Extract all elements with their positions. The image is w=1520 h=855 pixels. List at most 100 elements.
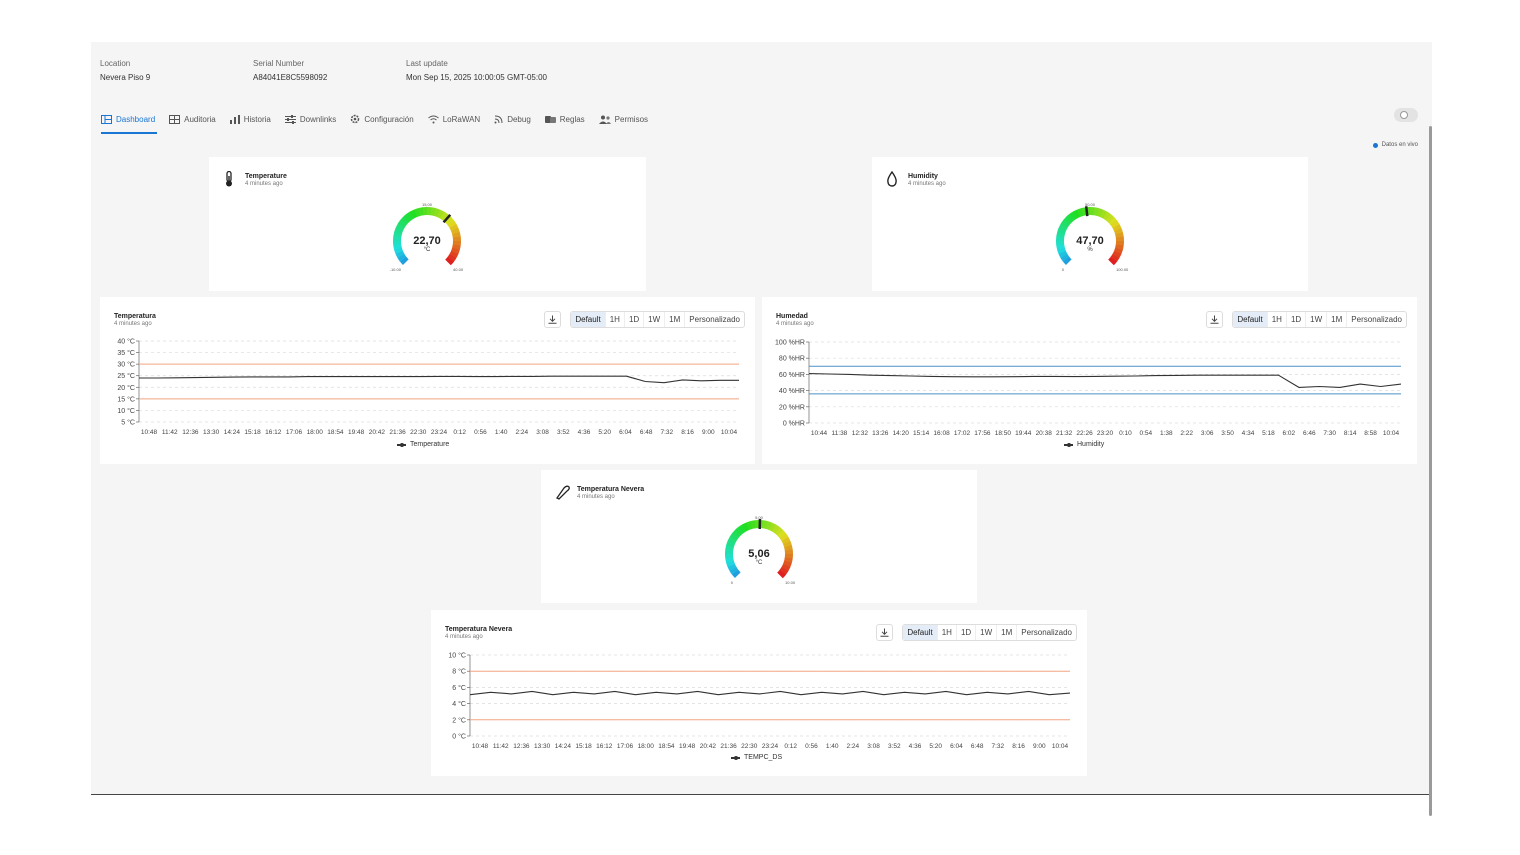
x-tick-label: 21:36 [720, 743, 737, 750]
x-tick-label: 14:20 [893, 430, 910, 437]
location-label: Location [100, 59, 131, 68]
chart-legend[interactable]: TEMPC_DS [731, 754, 782, 761]
x-tick-label: 6:46 [1303, 430, 1316, 437]
gauge-arc-segment [452, 244, 461, 251]
panel-toggle[interactable] [1394, 108, 1418, 122]
x-tick-label: 4:36 [578, 429, 591, 436]
x-tick-label: 1:38 [1160, 430, 1173, 437]
gauge-arc-segment [445, 256, 454, 266]
x-tick-label: 14:24 [555, 743, 572, 750]
x-tick-label: 18:00 [307, 429, 324, 436]
last-update-value: Mon Sep 15, 2025 10:00:05 GMT-05:00 [406, 73, 547, 82]
gauge-arc-segment [1065, 213, 1075, 223]
x-tick-label: 8:14 [1344, 430, 1357, 437]
gauge-title: Temperature [245, 173, 287, 180]
gauge-arc-segment [729, 533, 739, 542]
water-drop-icon [887, 171, 897, 187]
gauge-arc-segment [450, 247, 460, 255]
x-tick-label: 17:02 [954, 430, 971, 437]
users-icon [598, 115, 611, 124]
gauge-arc-segment [1069, 211, 1078, 221]
y-tick-label: 40 °C [117, 338, 135, 346]
tab-downlinks[interactable]: Downlinks [284, 104, 337, 134]
x-tick-label: 18:54 [327, 429, 344, 436]
gauge-arc-segment [1062, 256, 1072, 266]
y-tick-label: 60 %HR [779, 372, 805, 379]
x-tick-label: 10:48 [472, 743, 489, 750]
x-tick-label: 5:20 [929, 743, 942, 750]
gauge-max-label: 100,00 [1116, 267, 1129, 271]
gauge-arc-segment [732, 529, 741, 539]
gauge-arc-segment [447, 220, 457, 229]
gauge-arc-segment [1108, 216, 1118, 226]
x-tick-label: 2:24 [516, 429, 529, 436]
x-tick-label: 11:38 [832, 430, 848, 437]
x-tick-label: 10:48 [141, 429, 158, 436]
y-tick-label: 10 °C [448, 652, 466, 660]
gauge-arc-segment [393, 231, 402, 238]
gauge-arc-segment [779, 566, 789, 575]
gauge-arc-segment [738, 524, 747, 534]
chart-legend[interactable]: Humidity [1064, 441, 1104, 448]
humidity-gauge-card: Humidity 4 minutes ago 47,70% 50,00 0 100,0… [872, 157, 1308, 291]
nevera-chart-card: Temperatura Nevera 4 minutes ago Default… [431, 610, 1087, 776]
tab-configuracion[interactable]: Configuración [350, 104, 414, 134]
gauge-arc-segment [439, 211, 448, 221]
y-tick-label: 15 °C [117, 395, 135, 403]
humedad-chart-card: Humedad 4 minutes ago Default 1H 1D 1W 1… [762, 297, 1417, 464]
x-tick-label: 16:12 [596, 743, 613, 750]
gauge-arc-segment [1113, 227, 1123, 235]
gauge-min-label: 0 [731, 580, 734, 584]
x-tick-label: 17:06 [286, 429, 303, 436]
thermometer-icon [226, 171, 232, 187]
gauge-value: 5,06 [748, 548, 769, 560]
nevera-gauge: 5,06°C 5,00 0 10,00 [725, 515, 796, 584]
gauge-arc-segment [762, 520, 769, 529]
tab-label: Downlinks [299, 114, 337, 124]
x-tick-label: 20:42 [700, 743, 717, 750]
x-tick-label: 4:36 [909, 743, 922, 750]
x-tick-label: 7:32 [661, 429, 674, 436]
tab-reglas[interactable]: Reglas [544, 104, 585, 134]
gauge-mid-label: 5,00 [755, 515, 764, 520]
x-tick-label: 3:50 [1221, 430, 1234, 437]
tab-permisos[interactable]: Permisos [598, 104, 648, 134]
x-tick-label: 13:30 [203, 429, 220, 436]
gauge-arc-segment [729, 566, 739, 575]
x-tick-label: 6:48 [971, 743, 984, 750]
x-tick-label: 3:08 [536, 429, 549, 436]
x-tick-label: 12:36 [182, 429, 199, 436]
live-data-indicator[interactable]: Datos en vivo [1372, 142, 1418, 148]
tab-historia[interactable]: Historia [229, 104, 271, 134]
gauge-max-label: 40,00 [453, 267, 464, 271]
x-tick-label: 3:06 [1201, 430, 1214, 437]
gauge-arc-segment [450, 227, 460, 235]
gauge-arc-segment [395, 223, 405, 232]
tab-label: Auditoria [184, 114, 216, 124]
gauge-mid-label: 15,00 [422, 202, 433, 207]
y-tick-label: 80 %HR [779, 356, 805, 363]
gauge-arc-segment [418, 207, 424, 216]
humedad-line-chart: 0 %HR 20 %HR 40 %HR 60 %HR 80 %HR 100 %HR 10:4… [775, 340, 1402, 437]
gauge-arc-segment [449, 224, 459, 232]
tab-debug[interactable]: Debug [494, 104, 531, 134]
gauge-arc-segment [1057, 247, 1067, 255]
gauge-min-label: 0 [1062, 267, 1065, 271]
chart-legend[interactable]: Temperature [397, 441, 449, 448]
gauge-unit: °C [756, 560, 763, 566]
legend-marker-icon [1064, 442, 1073, 447]
gauge-arc-segment [1110, 253, 1120, 262]
y-tick-label: 0 °C [452, 733, 466, 741]
series-line [139, 375, 739, 384]
gauge-arc-segment [1057, 227, 1067, 235]
gauge-arc-segment [1060, 253, 1070, 262]
tab-dashboard[interactable]: Dashboard [101, 104, 158, 134]
bar-chart-icon [229, 114, 240, 124]
gauge-arc-segment [445, 216, 455, 226]
legend-label: Humidity [1077, 441, 1105, 448]
scrollbar[interactable] [1429, 126, 1432, 816]
tab-lorawan[interactable]: LoRaWAN [427, 104, 480, 134]
gauge-arc-segment [1060, 220, 1070, 229]
x-tick-label: 10:04 [721, 429, 738, 436]
tab-auditoria[interactable]: Auditoria [169, 104, 216, 134]
